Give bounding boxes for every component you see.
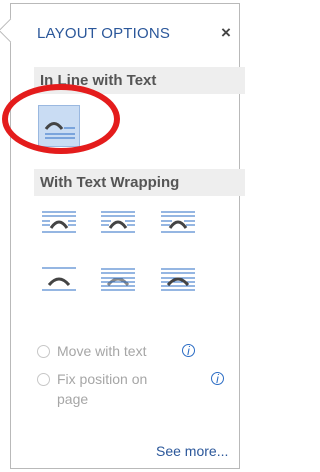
square-wrap-icon xyxy=(42,211,76,233)
wrap-square-option[interactable] xyxy=(38,202,80,244)
layout-options-panel: LAYOUT OPTIONS × In Line with Text With … xyxy=(0,3,245,469)
top-bottom-wrap-icon xyxy=(42,267,76,291)
wrap-tight-option[interactable] xyxy=(97,202,139,244)
close-icon[interactable]: × xyxy=(221,23,231,43)
wrap-top-bottom-option[interactable] xyxy=(38,259,80,301)
in-front-wrap-icon xyxy=(161,268,195,291)
wrap-in-front-option[interactable] xyxy=(157,259,199,301)
fix-position-label: Fix position on xyxy=(57,371,148,387)
move-with-text-radio[interactable] xyxy=(37,345,50,358)
tight-wrap-icon xyxy=(101,211,135,233)
panel-pointer xyxy=(0,18,23,43)
wrap-behind-text-option[interactable] xyxy=(97,259,139,301)
section-wrapping-header: With Text Wrapping xyxy=(34,169,245,196)
fix-position-info-icon[interactable]: i xyxy=(211,372,224,385)
wrap-through-option[interactable] xyxy=(157,202,199,244)
through-wrap-icon xyxy=(161,211,195,233)
see-more-link[interactable]: See more... xyxy=(156,443,228,459)
move-with-text-label: Move with text xyxy=(57,343,147,359)
annotation-circle xyxy=(2,84,120,154)
behind-text-wrap-icon xyxy=(101,268,135,291)
fix-position-label-line2: page xyxy=(57,391,89,407)
panel-title: LAYOUT OPTIONS xyxy=(37,25,171,42)
fix-position-radio[interactable] xyxy=(37,373,50,386)
move-with-text-info-icon[interactable]: i xyxy=(182,344,195,357)
